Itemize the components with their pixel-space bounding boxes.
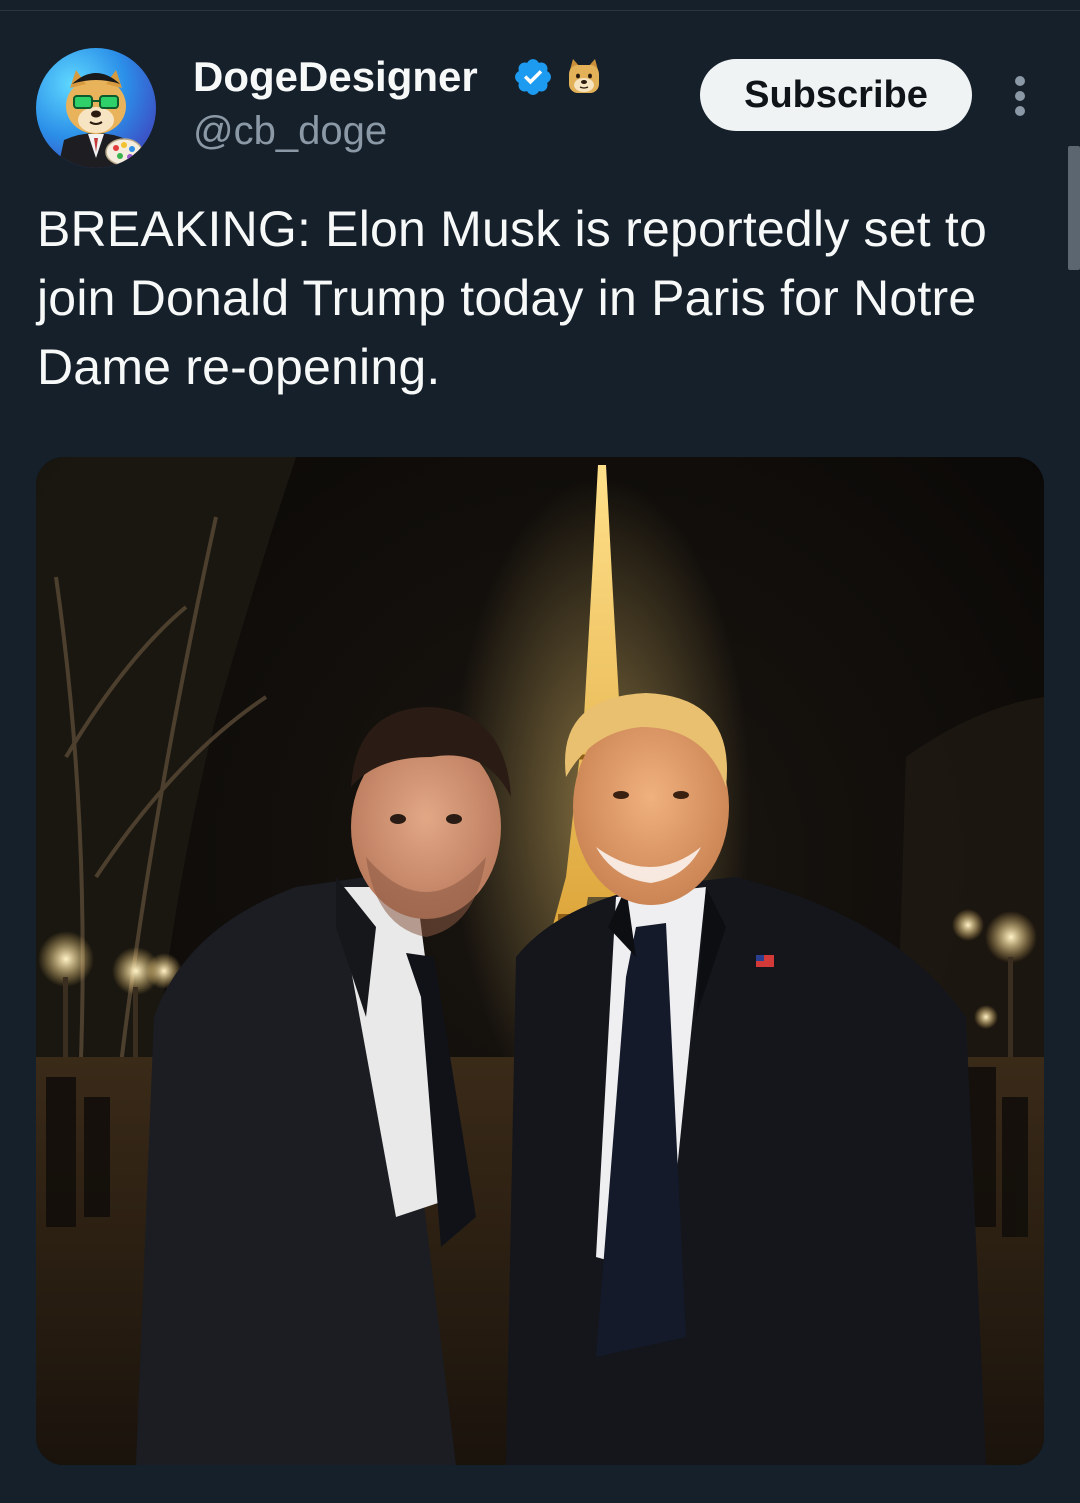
tweet-photo[interactable] xyxy=(36,457,1044,1465)
more-options-icon[interactable] xyxy=(1000,72,1040,120)
doge-painter-avatar-icon xyxy=(58,70,143,168)
tweet-text: BREAKING: Elon Musk is reportedly set to… xyxy=(37,201,988,395)
author-name[interactable]: DogeDesigner xyxy=(193,53,478,101)
subscribe-button[interactable]: Subscribe xyxy=(700,59,972,131)
verified-badge-icon xyxy=(515,59,551,95)
photo-illustration xyxy=(36,457,1044,1465)
doge-emoji-icon xyxy=(569,59,599,93)
author-avatar[interactable] xyxy=(36,48,156,168)
author-handle[interactable]: @cb_doge xyxy=(193,108,387,154)
scrollbar-thumb[interactable] xyxy=(1068,146,1080,270)
top-divider xyxy=(0,10,1080,11)
